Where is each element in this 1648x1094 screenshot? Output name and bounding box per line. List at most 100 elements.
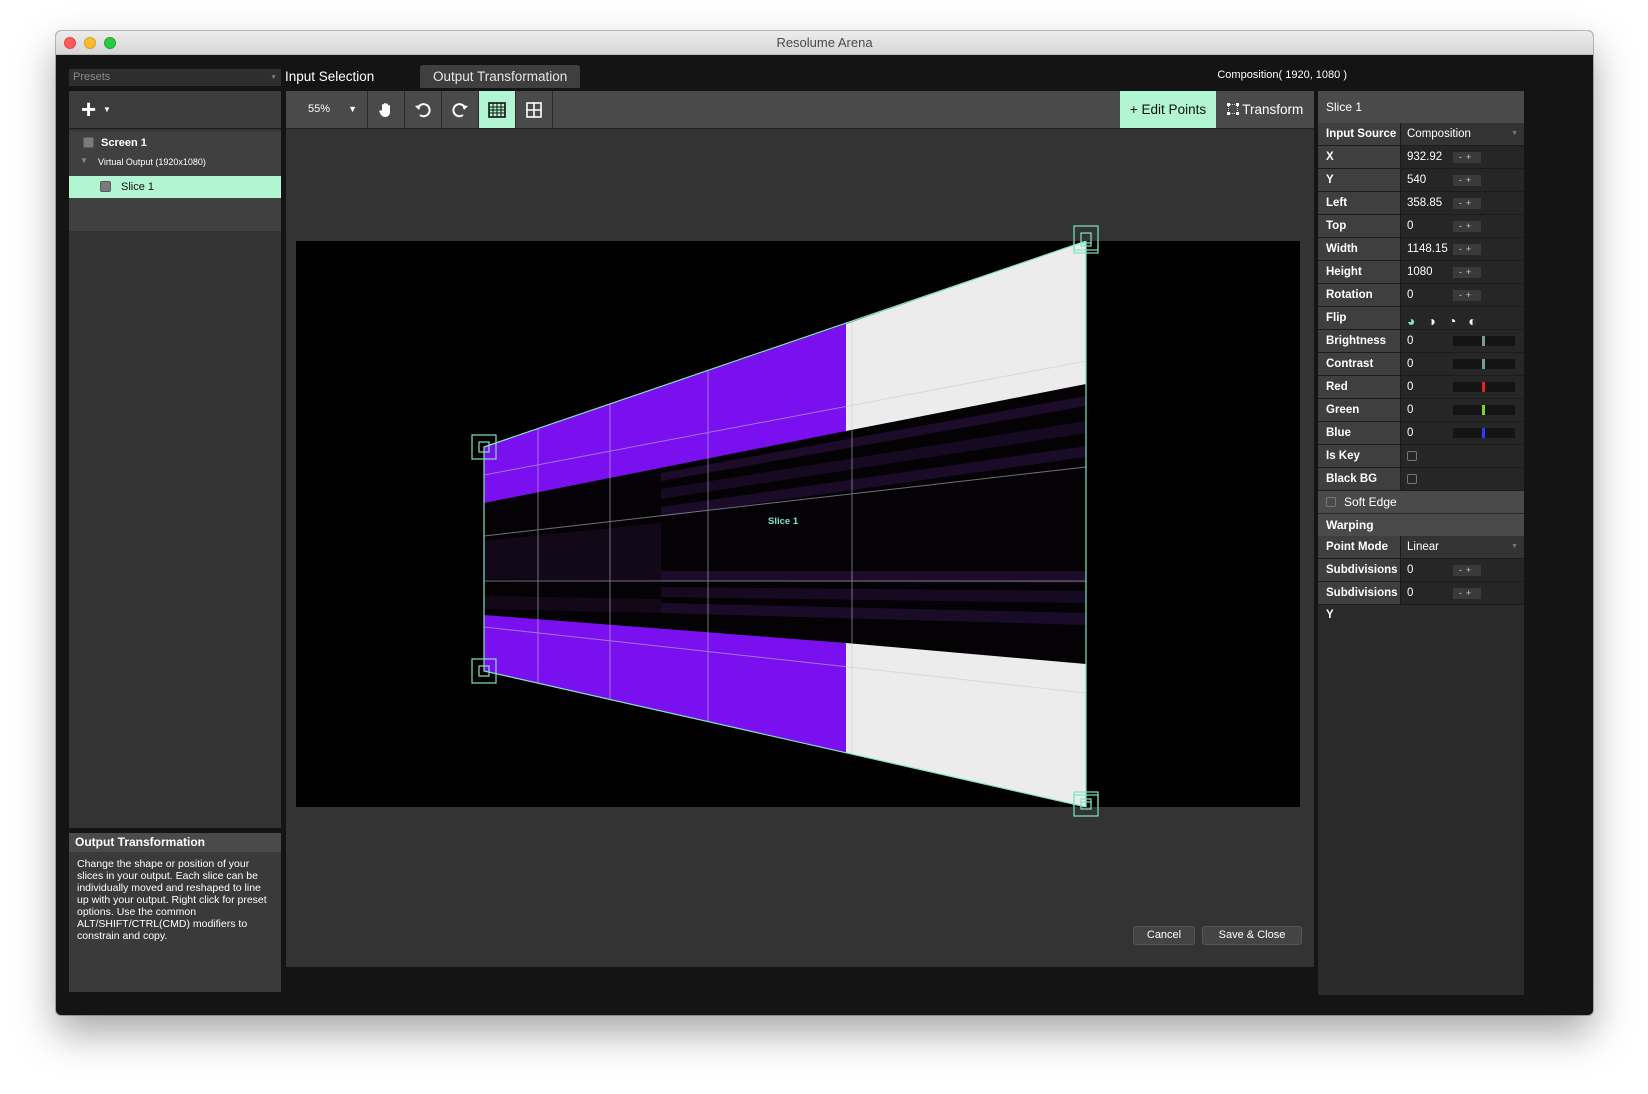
prop-value: 0 [1407, 427, 1414, 439]
screen-checkbox[interactable] [83, 137, 94, 148]
flip-vertical-icon[interactable]: ◔ [1448, 313, 1468, 329]
prop-value-field[interactable]: 932.92 -+ [1400, 146, 1524, 168]
prop-value: 0 [1407, 220, 1414, 232]
stepper-buttons[interactable]: -+ [1453, 175, 1481, 186]
close-window-button[interactable] [64, 37, 76, 49]
value-slider[interactable] [1453, 382, 1515, 392]
prop-value-field[interactable]: 540 -+ [1400, 169, 1524, 191]
output-stage[interactable]: Slice 1 [296, 241, 1300, 807]
prop-row: X 932.92 -+ [1318, 146, 1524, 169]
slice-checkbox[interactable] [100, 181, 111, 192]
prop-label: Y [1318, 169, 1400, 191]
prop-row: Y 540 -+ [1318, 169, 1524, 192]
grid-coarse-button[interactable] [516, 91, 553, 128]
screen-label: Screen 1 [101, 137, 147, 149]
stepper-buttons[interactable]: -+ [1453, 588, 1481, 599]
maximize-window-button[interactable] [104, 37, 116, 49]
prop-label: Subdivisions X [1318, 559, 1400, 598]
input-source-dropdown[interactable]: Composition ▼ [1400, 123, 1524, 145]
tab-output-transformation[interactable]: Output Transformation [420, 65, 581, 88]
virtual-output-label[interactable]: Virtual Output (1920x1080) [98, 157, 206, 167]
stepper-buttons[interactable]: -+ [1453, 244, 1481, 255]
black-bg-checkbox[interactable] [1407, 474, 1417, 484]
canvas-toolbar: 55% ▼ + Edit Points Transform [286, 91, 1314, 129]
slider-thumb[interactable] [1482, 428, 1485, 438]
slider-thumb[interactable] [1482, 382, 1485, 392]
prop-label: Input Source [1318, 123, 1400, 145]
prop-value-field[interactable]: 358.85 -+ [1400, 192, 1524, 214]
point-mode-dropdown[interactable]: Linear ▼ [1400, 536, 1524, 558]
prop-value-field[interactable]: 0 [1400, 353, 1524, 375]
save-close-button[interactable]: Save & Close [1202, 926, 1302, 945]
undo-button[interactable] [405, 91, 442, 128]
prop-value-field[interactable]: 0 [1400, 330, 1524, 352]
chevron-down-icon: ▼ [1511, 543, 1518, 550]
chevron-down-icon[interactable]: ▼ [103, 105, 111, 114]
transform-button[interactable]: Transform [1216, 91, 1314, 128]
stepper-buttons[interactable]: -+ [1453, 565, 1481, 576]
value-slider[interactable] [1453, 336, 1515, 346]
prop-point-mode: Point Mode Linear ▼ [1318, 536, 1524, 559]
prop-value-field[interactable]: 0 [1400, 422, 1524, 444]
stepper-buttons[interactable]: -+ [1453, 290, 1481, 301]
prop-black-bg: Black BG [1318, 468, 1524, 491]
prop-value-field[interactable]: 1148.15 -+ [1400, 238, 1524, 260]
tab-input-selection[interactable]: Input Selection [272, 65, 387, 88]
prop-value-field[interactable]: 0 -+ [1400, 215, 1524, 237]
zoom-dropdown[interactable]: 55% ▼ [286, 91, 368, 128]
grid-icon [526, 102, 542, 119]
flip-none-icon[interactable]: ◕ [1407, 313, 1427, 329]
prop-label: Point Mode [1318, 536, 1400, 558]
prop-row: Width 1148.15 -+ [1318, 238, 1524, 261]
slider-thumb[interactable] [1482, 359, 1485, 369]
prop-subdivisions-y: Subdivisions Y 0 -+ [1318, 582, 1524, 621]
value-slider[interactable] [1453, 428, 1515, 438]
edit-points-button[interactable]: + Edit Points [1120, 91, 1216, 128]
prop-value-field[interactable]: 0 [1400, 376, 1524, 398]
prop-value: 0 [1407, 289, 1414, 301]
prop-is-key: Is Key [1318, 445, 1524, 468]
stepper-buttons[interactable]: -+ [1453, 152, 1481, 163]
prop-value-field[interactable]: 0 -+ [1400, 284, 1524, 306]
prop-label: Top [1318, 215, 1400, 237]
soft-edge-section[interactable]: Soft Edge [1318, 491, 1524, 513]
subdivisions-y-field[interactable]: 0 -+ [1400, 582, 1524, 604]
minimize-window-button[interactable] [84, 37, 96, 49]
presets-dropdown[interactable]: Presets ▼ [69, 69, 281, 86]
prop-label: Subdivisions Y [1318, 582, 1400, 621]
slider-thumb[interactable] [1482, 405, 1485, 415]
input-source-value: Composition [1407, 128, 1471, 140]
subdivisions-x-field[interactable]: 0 -+ [1400, 559, 1524, 581]
slice-warp-preview[interactable]: Slice 1 [296, 241, 1300, 807]
soft-edge-label: Soft Edge [1344, 495, 1397, 509]
redo-button[interactable] [442, 91, 479, 128]
add-icon[interactable]: + [81, 95, 96, 123]
value-slider[interactable] [1453, 359, 1515, 369]
hand-tool-button[interactable] [368, 91, 405, 128]
cancel-button[interactable]: Cancel [1133, 926, 1195, 945]
fine-grid-icon [488, 102, 506, 119]
stepper-buttons[interactable]: -+ [1453, 267, 1481, 278]
stepper-buttons[interactable]: -+ [1453, 198, 1481, 209]
stepper-buttons[interactable]: -+ [1453, 221, 1481, 232]
tree-item-slice[interactable]: Slice 1 [69, 176, 281, 198]
is-key-checkbox[interactable] [1407, 451, 1417, 461]
corner-handle-top-right-outer[interactable] [1072, 224, 1100, 252]
tree-item-screen[interactable]: Screen 1 [69, 132, 281, 154]
grid-fine-button[interactable] [479, 91, 516, 128]
value-slider[interactable] [1453, 405, 1515, 415]
subdivisions-y-value: 0 [1407, 587, 1414, 599]
prop-label: Height [1318, 261, 1400, 283]
disclosure-triangle-icon[interactable]: ▼ [80, 156, 88, 165]
title-bar: Resolume Arena [56, 31, 1593, 55]
flip-horizontal-icon[interactable]: ◑ [1427, 313, 1447, 329]
slider-thumb[interactable] [1482, 336, 1485, 346]
corner-handle-bottom-right-outer[interactable] [1072, 790, 1100, 818]
canvas-slice-label: Slice 1 [768, 516, 799, 527]
prop-value-field[interactable]: 0 [1400, 399, 1524, 421]
flip-both-icon[interactable]: ◐ [1468, 313, 1488, 329]
soft-edge-checkbox[interactable] [1326, 497, 1336, 507]
prop-value: 0 [1407, 358, 1414, 370]
prop-value-field[interactable]: 1080 -+ [1400, 261, 1524, 283]
prop-value: 932.92 [1407, 151, 1443, 163]
